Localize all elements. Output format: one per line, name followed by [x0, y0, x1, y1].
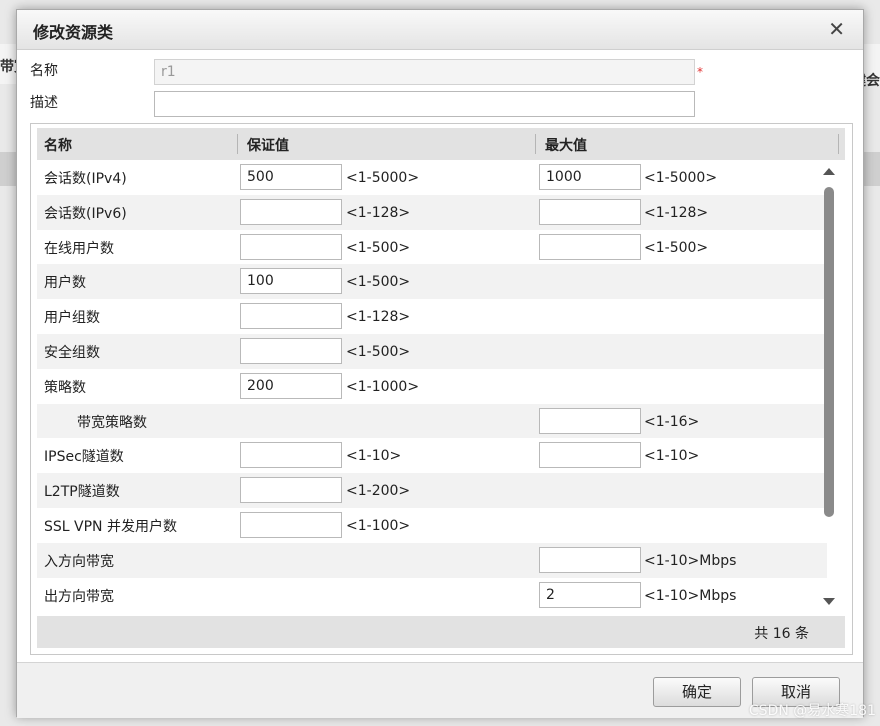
guarantee-range: <1-500> [346, 274, 411, 291]
table-body: 会话数(IPv4) <1-5000> <1-5000> 会话数(IPv6) <1… [37, 160, 827, 616]
guarantee-input[interactable] [240, 303, 342, 330]
guarantee-range: <1-10> [346, 448, 402, 465]
scrollbar-thumb[interactable] [824, 187, 834, 517]
table-row: 用户组数 <1-128> [37, 299, 827, 334]
row-name: L2TP隧道数 [44, 484, 120, 501]
row-name: 安全组数 [44, 344, 100, 361]
guarantee-range: <1-200> [346, 483, 411, 500]
scroll-up-arrow-icon[interactable] [823, 168, 835, 175]
total-count: 共 16 条 [754, 626, 809, 642]
row-name: 用户组数 [44, 310, 100, 327]
header-max: 最大值 [545, 138, 587, 154]
dialog-footer: 确定 取消 [17, 662, 863, 718]
guarantee-input[interactable] [240, 198, 342, 225]
guarantee-input[interactable] [240, 511, 342, 538]
guarantee-range: <1-128> [346, 204, 411, 221]
table-row: 出方向带宽 <1-10>Mbps [37, 578, 827, 613]
name-input[interactable] [154, 59, 695, 85]
guarantee-range: <1-1000> [346, 378, 420, 395]
guarantee-input[interactable] [240, 164, 342, 190]
watermark: CSDN @易水寒181 [748, 703, 876, 719]
table-row: 会话数(IPv4) <1-5000> <1-5000> [37, 160, 827, 195]
table-row: SSL VPN 并发用户数 <1-100> [37, 508, 827, 543]
guarantee-input[interactable] [240, 233, 342, 260]
max-input[interactable] [539, 546, 641, 573]
guarantee-input[interactable] [240, 337, 342, 364]
row-name: 会话数(IPv6) [44, 205, 127, 222]
required-mark: * [697, 65, 703, 79]
dialog-title: 修改资源类 [33, 23, 114, 42]
header-divider [535, 134, 536, 154]
name-label: 名称 [30, 63, 58, 79]
max-range: <1-10>Mbps [644, 587, 737, 604]
guarantee-range: <1-500> [346, 239, 411, 256]
resource-table: 名称 保证值 最大值 会话数(IPv4) <1-5000> <1-5000> 会… [30, 123, 853, 655]
max-input[interactable] [539, 407, 641, 434]
guarantee-input[interactable] [240, 477, 342, 504]
guarantee-input[interactable] [240, 442, 342, 469]
modify-resource-class-dialog: 修改资源类 ✕ 名称 * 描述 名称 保证值 最大值 会话数(IPv4) <1-… [16, 9, 864, 718]
table-header: 名称 保证值 最大值 [37, 128, 845, 160]
row-name: 出方向带宽 [44, 588, 114, 605]
table-row: 会话数(IPv6) <1-128> <1-128> [37, 194, 827, 230]
guarantee-range: <1-128> [346, 309, 411, 326]
max-input[interactable] [539, 198, 641, 225]
header-name: 名称 [44, 138, 72, 154]
table-footer: 共 16 条 [37, 616, 845, 648]
table-row: 带宽策略数 <1-16> [37, 403, 827, 439]
header-divider [838, 134, 839, 154]
max-range: <1-16> [644, 413, 700, 430]
header-guarantee: 保证值 [247, 138, 289, 154]
table-row: 入方向带宽 <1-10>Mbps [37, 542, 827, 578]
table-row: L2TP隧道数 <1-200> [37, 473, 827, 508]
max-input[interactable] [539, 164, 641, 190]
table-row: 安全组数 <1-500> [37, 333, 827, 369]
row-name: 会话数(IPv4) [44, 171, 127, 187]
max-range: <1-5000> [644, 170, 718, 186]
table-row: 用户数 <1-500> [37, 264, 827, 300]
description-label: 描述 [30, 95, 58, 111]
table-row: 在线用户数 <1-500> <1-500> [37, 230, 827, 265]
row-name: 策略数 [44, 379, 86, 396]
table-row: IPSec隧道数 <1-10> <1-10> [37, 438, 827, 473]
max-input[interactable] [539, 581, 641, 608]
row-name: 带宽策略数 [77, 414, 147, 431]
max-range: <1-10>Mbps [644, 552, 737, 569]
row-name: 用户数 [44, 275, 86, 292]
max-input[interactable] [539, 233, 641, 260]
max-range: <1-128> [644, 204, 709, 221]
guarantee-input[interactable] [240, 372, 342, 399]
row-name: SSL VPN 并发用户数 [44, 518, 177, 535]
max-range: <1-10> [644, 448, 700, 465]
guarantee-range: <1-500> [346, 343, 411, 360]
row-name: 入方向带宽 [44, 553, 114, 570]
dialog-header: 修改资源类 ✕ [17, 10, 863, 50]
description-input[interactable] [154, 91, 695, 117]
row-name: 在线用户数 [44, 240, 114, 257]
header-divider [237, 134, 238, 154]
row-name: IPSec隧道数 [44, 449, 124, 466]
max-range: <1-500> [644, 239, 709, 256]
confirm-button[interactable]: 确定 [653, 677, 741, 707]
guarantee-range: <1-5000> [346, 170, 420, 186]
max-input[interactable] [539, 442, 641, 469]
close-icon[interactable]: ✕ [828, 17, 845, 41]
scroll-down-arrow-icon[interactable] [823, 598, 835, 605]
guarantee-range: <1-100> [346, 517, 411, 534]
guarantee-input[interactable] [240, 268, 342, 295]
table-row: 策略数 <1-1000> [37, 369, 827, 404]
